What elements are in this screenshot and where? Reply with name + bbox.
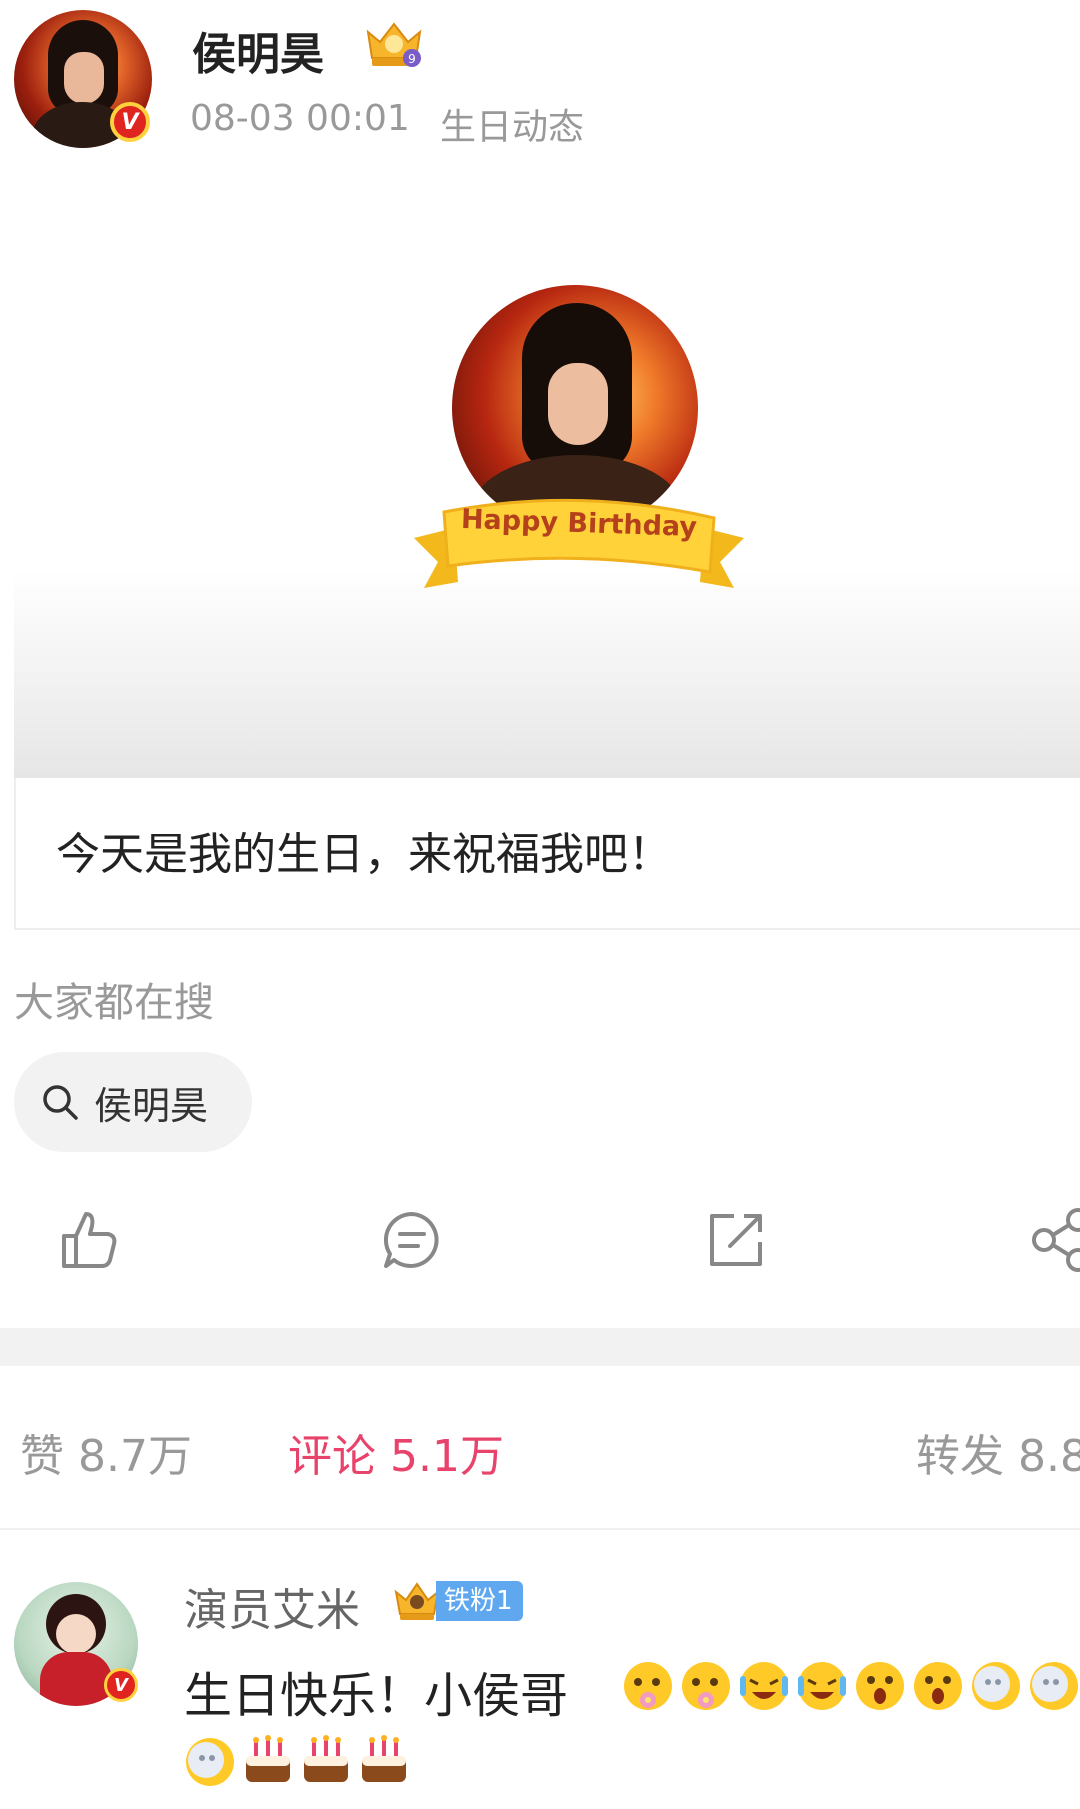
stats-divider (0, 1528, 1080, 1530)
author-name[interactable]: 侯明昊 (192, 18, 324, 82)
member-crown-icon[interactable]: 9 (362, 18, 426, 70)
verified-badge-icon: V (110, 102, 150, 142)
birthday-card-caption: 今天是我的生日，来祝福我吧！ (14, 778, 1080, 930)
cake-emoji (362, 1735, 406, 1782)
flower-face-emoji (682, 1662, 730, 1710)
verified-badge-icon: V (104, 1668, 138, 1702)
birthday-card-image: Happy Birthday (14, 230, 1080, 778)
fan-badge-label: 铁粉1 (436, 1581, 523, 1621)
commenter-avatar[interactable]: V (14, 1582, 138, 1706)
comment-emoji-row-2 (182, 1732, 414, 1788)
post-time: 08-03 00:01 (190, 98, 410, 139)
moon-face-emoji (972, 1662, 1020, 1710)
comment-text: 生日快乐！小侯哥 (184, 1668, 569, 1724)
post-source: 生日动态 (440, 107, 585, 148)
comment-emoji-row-1 (620, 1656, 1080, 1712)
section-divider (0, 1328, 1080, 1366)
trending-search-title: 大家都在搜 (14, 980, 214, 1026)
repost-icon[interactable] (704, 1208, 768, 1272)
commenter-name[interactable]: 演员艾米 (184, 1574, 360, 1638)
surprised-emoji (856, 1662, 904, 1710)
cake-emoji (246, 1735, 290, 1782)
svg-text:9: 9 (408, 52, 416, 66)
fan-badge[interactable]: 铁粉1 (392, 1580, 523, 1622)
moon-face-emoji (186, 1738, 234, 1786)
birthday-card-text: 今天是我的生日，来祝福我吧！ (56, 829, 672, 880)
like-icon[interactable] (56, 1208, 120, 1272)
comments-tab[interactable]: 评论 5.1万 (288, 1420, 504, 1484)
flower-face-emoji (624, 1662, 672, 1710)
likes-tab[interactable]: 赞 8.7万 (20, 1420, 192, 1484)
search-icon (43, 1085, 78, 1120)
cake-emoji (304, 1735, 348, 1782)
birthday-ribbon: Happy Birthday (414, 490, 744, 600)
reposts-tab[interactable]: 转发 8.8 (916, 1420, 1080, 1484)
surprised-emoji (914, 1662, 962, 1710)
laugh-cry-emoji (798, 1662, 846, 1710)
fan-crown-icon (394, 1582, 440, 1620)
comment-icon[interactable] (380, 1208, 444, 1272)
birthday-card[interactable]: Happy Birthday 今天是我的生日，来祝福我吧！ (14, 230, 1080, 930)
search-chip-label: 侯明昊 (94, 1083, 209, 1128)
laugh-cry-emoji (740, 1662, 788, 1710)
moon-face-emoji (1030, 1662, 1078, 1710)
author-avatar[interactable]: V (14, 10, 152, 148)
search-chip[interactable]: 侯明昊 (14, 1052, 252, 1152)
share-icon[interactable] (1030, 1208, 1080, 1272)
